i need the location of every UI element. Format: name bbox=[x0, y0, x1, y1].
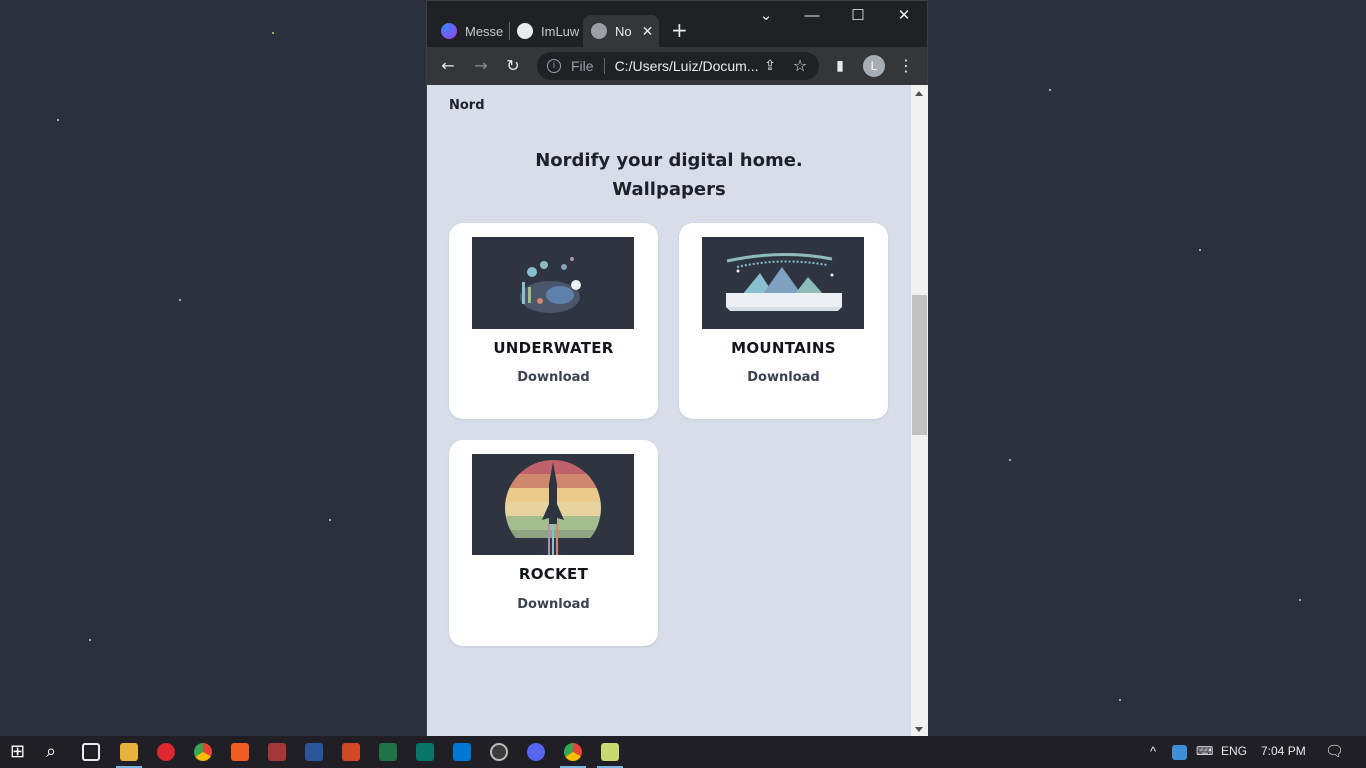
scroll-up-arrow-icon[interactable] bbox=[915, 91, 923, 96]
forward-button[interactable]: → bbox=[470, 55, 492, 77]
file-explorer-icon[interactable] bbox=[120, 743, 138, 761]
card-title: UNDERWATER bbox=[493, 339, 614, 357]
browser-window: Messe ImLuw No ✕ + ⌄ — ☐ ✕ ← → ↻ i File … bbox=[426, 0, 928, 738]
opera-icon[interactable] bbox=[157, 743, 175, 761]
network-icon[interactable] bbox=[1172, 745, 1187, 760]
headline-line-2: Wallpapers bbox=[612, 179, 726, 200]
browser-toolbar: ← → ↻ i File C:/Users/Luiz/Docum... ⇪ ☆ … bbox=[427, 47, 927, 85]
tab-strip: Messe ImLuw No ✕ + ⌄ — ☐ ✕ bbox=[427, 1, 927, 47]
tab-close-icon[interactable]: ✕ bbox=[642, 23, 654, 40]
ime-icon[interactable]: ⌨ bbox=[1196, 744, 1213, 758]
wallpaper-card-mountains: MOUNTAINS Download bbox=[679, 223, 888, 419]
share-icon[interactable]: ⇪ bbox=[759, 55, 781, 77]
web-page: Nord Nordify your digital home. Wallpape… bbox=[427, 85, 911, 738]
vscode-icon[interactable] bbox=[453, 743, 471, 761]
tab-search-button[interactable]: ⌄ bbox=[743, 5, 789, 27]
github-icon bbox=[517, 23, 533, 39]
clock[interactable]: 7:04 PM bbox=[1261, 744, 1306, 758]
excel-icon[interactable] bbox=[379, 743, 397, 761]
tab-label: ImLuw bbox=[541, 23, 579, 39]
scroll-down-arrow-icon[interactable] bbox=[915, 727, 923, 732]
new-tab-button[interactable]: + bbox=[671, 19, 688, 41]
obs-icon[interactable] bbox=[490, 743, 508, 761]
tab-nord[interactable]: No ✕ bbox=[583, 15, 659, 47]
tab-label: No bbox=[615, 23, 632, 39]
tray-chevron-icon[interactable]: ^ bbox=[1150, 744, 1156, 759]
word-icon[interactable] bbox=[305, 743, 323, 761]
chrome-active-icon[interactable] bbox=[564, 743, 582, 761]
globe-icon bbox=[591, 23, 607, 39]
minimize-button[interactable]: — bbox=[789, 5, 835, 27]
page-scrollbar[interactable] bbox=[911, 85, 928, 738]
card-title: ROCKET bbox=[518, 565, 589, 583]
notification-icon[interactable]: 🗨 bbox=[1325, 742, 1344, 760]
card-title: MOUNTAINS bbox=[731, 339, 836, 357]
download-link[interactable]: Download bbox=[679, 370, 888, 385]
scrollbar-thumb[interactable] bbox=[912, 295, 927, 435]
omnibox-divider bbox=[603, 58, 605, 74]
access-icon[interactable] bbox=[268, 743, 286, 761]
wallpaper-card-rocket: ROCKET Download bbox=[449, 440, 658, 646]
headline-line-1: Nordify your digital home. bbox=[535, 150, 803, 171]
reload-button[interactable]: ↻ bbox=[502, 55, 524, 77]
close-window-button[interactable]: ✕ bbox=[881, 5, 927, 27]
chrome-icon[interactable] bbox=[194, 743, 212, 761]
wallpaper-card-underwater: UNDERWATER Download bbox=[449, 223, 658, 419]
brand-link[interactable]: Nord bbox=[449, 98, 485, 113]
taskbar: ⊞ ⌕ ^ ⌨ ENG 7:04 PM 🗨 bbox=[0, 736, 1366, 768]
mountains-thumbnail bbox=[702, 237, 864, 329]
url-scheme: File bbox=[571, 58, 594, 74]
start-button[interactable]: ⊞ bbox=[10, 741, 25, 762]
maximize-button[interactable]: ☐ bbox=[835, 5, 881, 27]
language-indicator[interactable]: ENG bbox=[1221, 744, 1247, 758]
messenger-icon bbox=[441, 23, 457, 39]
tab-github[interactable]: ImLuw bbox=[517, 15, 579, 47]
site-info-icon[interactable]: i bbox=[547, 59, 561, 73]
search-icon[interactable]: ⌕ bbox=[46, 741, 56, 762]
url-text[interactable]: C:/Users/Luiz/Docum... bbox=[615, 58, 759, 74]
notepad-icon[interactable] bbox=[601, 743, 619, 761]
tab-label: Messe bbox=[465, 23, 504, 39]
profile-avatar[interactable]: L bbox=[863, 55, 885, 77]
side-panel-icon[interactable]: ▮ bbox=[829, 55, 851, 77]
back-button[interactable]: ← bbox=[437, 55, 459, 77]
download-link[interactable]: Download bbox=[449, 597, 658, 612]
download-link[interactable]: Download bbox=[449, 370, 658, 385]
discord-icon[interactable] bbox=[527, 743, 545, 761]
tab-separator bbox=[509, 22, 510, 40]
bookmark-star-icon[interactable]: ☆ bbox=[789, 55, 811, 77]
underwater-thumbnail bbox=[472, 237, 634, 329]
tab-messenger[interactable]: Messe bbox=[441, 15, 511, 47]
menu-icon[interactable]: ⋮ bbox=[895, 55, 917, 77]
publisher-icon[interactable] bbox=[416, 743, 434, 761]
task-view-icon[interactable] bbox=[82, 743, 100, 761]
powerpoint-icon[interactable] bbox=[342, 743, 360, 761]
brave-icon[interactable] bbox=[231, 743, 249, 761]
page-headline: Nordify your digital home. Wallpapers bbox=[427, 146, 911, 204]
rocket-thumbnail bbox=[472, 454, 634, 555]
